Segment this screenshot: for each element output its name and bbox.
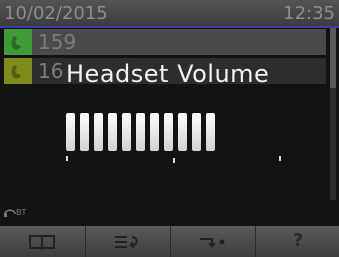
handset-icon <box>4 29 32 55</box>
phone-screen: 10/02/2015 12:35 159 16 Headset Volume B… <box>0 0 339 257</box>
phonebook-softkey[interactable] <box>0 226 84 257</box>
volume-segment <box>164 113 173 151</box>
call-list-scrollbar[interactable] <box>330 28 336 200</box>
scroll-thumb[interactable] <box>330 28 336 88</box>
call-number: 159 <box>38 30 77 54</box>
status-time: 12:35 <box>283 3 335 24</box>
call-list-item[interactable]: 159 <box>4 29 326 55</box>
volume-popup-title: Headset Volume <box>66 60 270 88</box>
transfer-icon <box>200 237 225 248</box>
volume-segment <box>108 113 117 151</box>
volume-tick <box>173 158 175 163</box>
volume-segment <box>94 113 103 151</box>
book-icon <box>29 234 55 250</box>
help-icon: ? <box>292 230 304 251</box>
bt-label: BT <box>16 208 27 217</box>
volume-tick <box>66 156 68 161</box>
handset-icon <box>4 58 32 84</box>
status-bar: 10/02/2015 12:35 <box>0 0 339 28</box>
volume-segment <box>122 113 131 151</box>
status-date: 10/02/2015 <box>4 3 108 24</box>
volume-segment <box>136 113 145 151</box>
volume-segment <box>206 113 215 151</box>
volume-segment <box>192 113 201 151</box>
menu-arrow-icon <box>115 235 138 249</box>
volume-tick <box>279 156 281 161</box>
transfer-softkey[interactable] <box>170 226 255 257</box>
softkey-bar: ? <box>0 226 339 257</box>
bluetooth-headset-indicator: BT <box>4 207 26 218</box>
help-softkey[interactable]: ? <box>255 226 339 257</box>
volume-segment <box>66 113 75 151</box>
volume-segment <box>150 113 159 151</box>
volume-segment <box>80 113 89 151</box>
menu-softkey[interactable] <box>85 226 170 257</box>
headset-icon <box>4 209 16 217</box>
volume-segment <box>178 113 187 151</box>
call-number: 16 <box>38 59 64 83</box>
